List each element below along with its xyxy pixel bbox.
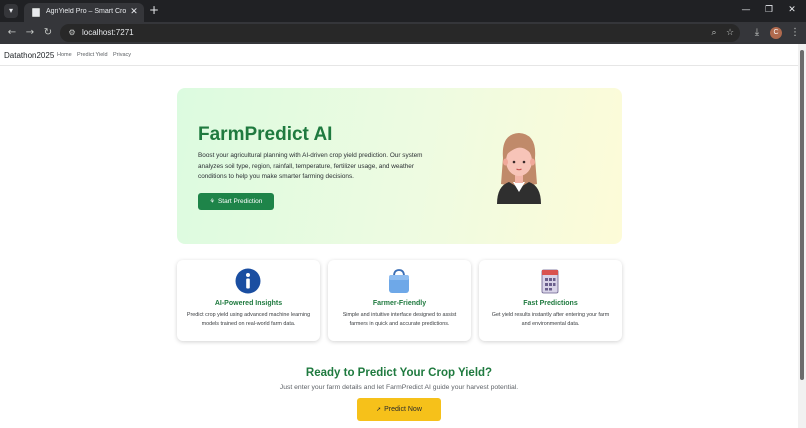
feature-title: AI-Powered Insights bbox=[214, 300, 283, 307]
site-navbar: Datathon2025 Home Predict Yield Privacy bbox=[0, 44, 798, 66]
url-text[interactable]: localhost:7271 bbox=[82, 28, 134, 37]
feature-card-fast-predictions: Fast Predictions Get yield results insta… bbox=[479, 260, 622, 341]
zoom-icon[interactable]: ⌕ bbox=[708, 27, 720, 39]
page-viewport: Datathon2025 Home Predict Yield Privacy … bbox=[0, 44, 806, 428]
seedling-icon: ⚘ bbox=[209, 198, 215, 205]
more-icon[interactable]: ⋮ bbox=[787, 25, 803, 41]
scrollbar-thumb[interactable] bbox=[800, 50, 804, 380]
calendar-icon bbox=[541, 269, 559, 294]
nav-link-privacy[interactable]: Privacy bbox=[113, 52, 131, 58]
nav-link-home[interactable]: Home bbox=[57, 52, 72, 58]
tab-search-icon[interactable]: ▾ bbox=[4, 4, 18, 18]
back-icon[interactable]: ← bbox=[4, 25, 20, 41]
address-bar[interactable]: ⚙ localhost:7271 ⌕ ☆ bbox=[60, 24, 740, 42]
feature-card-ai-insights: AI-Powered Insights Predict crop yield u… bbox=[177, 260, 320, 341]
cta-subtitle: Just enter your farm details and let Far… bbox=[279, 384, 519, 391]
hero-description: Boost your agricultural planning with AI… bbox=[198, 152, 423, 180]
nav-link-predict-yield[interactable]: Predict Yield bbox=[77, 52, 108, 58]
start-prediction-label: Start Prediction bbox=[217, 198, 263, 205]
close-icon[interactable]: ✕ bbox=[128, 6, 140, 18]
feature-description: Predict crop yield using advanced machin… bbox=[186, 312, 311, 327]
reload-icon[interactable]: ↻ bbox=[40, 25, 56, 41]
download-icon[interactable]: ⤓ bbox=[749, 25, 765, 41]
shopping-bag-icon bbox=[389, 269, 409, 293]
plus-icon[interactable]: + bbox=[147, 3, 161, 17]
predict-now-button[interactable]: ➚ Predict Now bbox=[357, 398, 441, 421]
hero-section: FarmPredict AI Boost your agricultural p… bbox=[177, 88, 622, 244]
restore-icon[interactable]: ❐ bbox=[759, 2, 779, 18]
farmer-avatar-illustration bbox=[497, 133, 541, 204]
hero-title: FarmPredict AI bbox=[198, 124, 333, 145]
predict-now-label: Predict Now bbox=[384, 406, 422, 413]
brand-link[interactable]: Datathon2025 bbox=[4, 51, 54, 60]
rocket-icon: ➚ bbox=[376, 406, 382, 413]
feature-title: Farmer-Friendly bbox=[372, 300, 427, 307]
page-scrollbar[interactable] bbox=[798, 44, 806, 428]
feature-description: Simple and intuitive interface designed … bbox=[342, 312, 457, 327]
close-window-icon[interactable]: ✕ bbox=[782, 2, 802, 18]
star-icon[interactable]: ☆ bbox=[724, 27, 736, 39]
browser-tab-bar: ▾ AgriYield Pro – Smart Crop Yield ✕ + —… bbox=[0, 0, 806, 22]
start-prediction-button[interactable]: ⚘ Start Prediction bbox=[198, 193, 274, 210]
forward-icon[interactable]: → bbox=[22, 25, 38, 41]
page-icon bbox=[32, 8, 40, 17]
tab-title: AgriYield Pro – Smart Crop Yield bbox=[46, 8, 126, 15]
browser-toolbar: ← → ↻ ⚙ localhost:7271 ⌕ ☆ ⤓ C ⋮ bbox=[0, 22, 806, 44]
site-info-icon[interactable]: ⚙ bbox=[66, 27, 78, 39]
avatar[interactable]: C bbox=[770, 27, 782, 39]
info-icon bbox=[235, 268, 261, 294]
feature-title: Fast Predictions bbox=[523, 300, 578, 307]
browser-tab[interactable]: AgriYield Pro – Smart Crop Yield ✕ bbox=[24, 3, 144, 22]
cta-title: Ready to Predict Your Crop Yield? bbox=[305, 367, 493, 379]
feature-description: Get yield results instantly after enteri… bbox=[491, 312, 610, 327]
feature-card-farmer-friendly: Farmer-Friendly Simple and intuitive int… bbox=[328, 260, 471, 341]
minimize-icon[interactable]: — bbox=[736, 2, 756, 18]
